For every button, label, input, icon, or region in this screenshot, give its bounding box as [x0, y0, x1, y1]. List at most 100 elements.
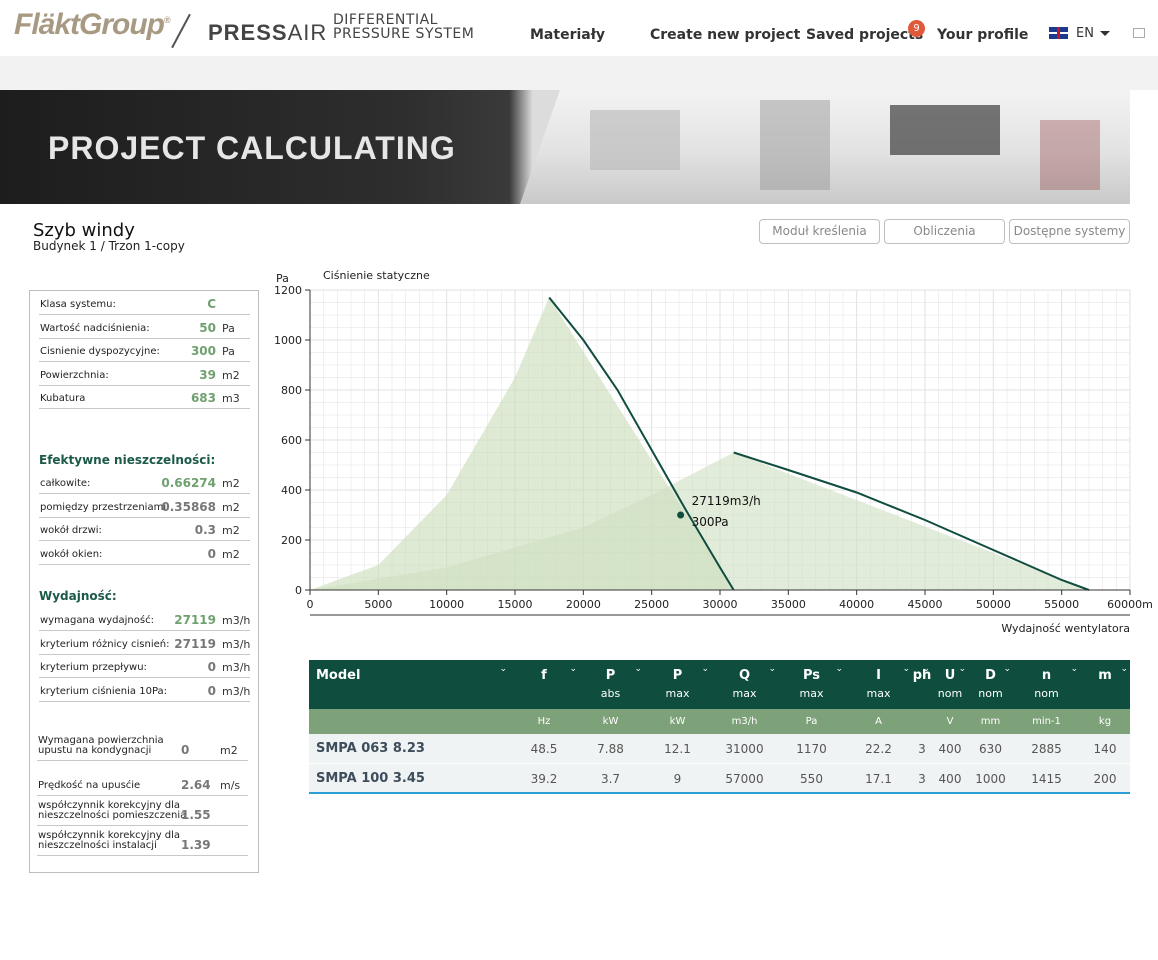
sort-chevron-icon[interactable]: ⌄	[902, 664, 910, 674]
panel-row: Cisnienie dyspozycyjne: 300 Pa	[39, 339, 250, 362]
x-tick-label: 5000	[364, 598, 392, 611]
panel-row-value: 300	[190, 344, 216, 358]
y-tick-label: 0	[295, 584, 302, 597]
panel-row-label: pomiędzy przestrzeniami:	[40, 501, 170, 513]
unit-cell	[912, 709, 932, 734]
table-cell: 1170	[796, 742, 827, 756]
chart-title: Ciśnienie statyczne	[323, 269, 430, 282]
column-header-sublabel: max	[665, 687, 690, 700]
language-selector[interactable]: EN	[1076, 26, 1094, 41]
table-cell: 400	[938, 772, 962, 786]
table-cell: 200	[1093, 772, 1117, 786]
window-restore-icon[interactable]	[1133, 28, 1145, 38]
sort-chevron-icon[interactable]: ⌄	[1070, 664, 1078, 674]
y-tick-label: 800	[281, 384, 302, 397]
unit-cell: mm	[980, 716, 1001, 727]
column-header-sublabel: max	[732, 687, 757, 700]
panel-row: pomiędzy przestrzeniami: 0.35868 m2	[39, 495, 250, 518]
panel-row-unit: m2	[222, 524, 240, 537]
panel-row: kryterium przepływu: 0 m3/h	[39, 655, 250, 678]
column-header[interactable]: Ps max ⌄	[778, 660, 845, 709]
sort-chevron-icon[interactable]: ⌄	[701, 664, 709, 674]
panel-row-value: 0	[181, 743, 190, 757]
top-header: FläktGroup® PRESSAIR DIFFERENTIAL PRESSU…	[0, 0, 1158, 56]
table-cell: 3.7	[600, 772, 621, 786]
sort-chevron-icon[interactable]: ⌄	[634, 664, 642, 674]
sort-chevron-icon[interactable]: ⌄	[958, 664, 966, 674]
table-cell: 550	[800, 772, 823, 786]
panel-row-value: 683	[190, 391, 216, 405]
panel-row-unit: Pa	[222, 321, 235, 335]
column-header[interactable]: Model ⌄	[309, 660, 509, 709]
sort-chevron-icon[interactable]: ⌄	[922, 664, 930, 674]
panel-row-value: 50	[199, 320, 216, 335]
nav-create-project[interactable]: Create new project	[650, 27, 800, 43]
table-row[interactable]: SMPA 063 8.23 48.5 7.88 12.1 31000 1170 22.2 3 4…	[309, 734, 1130, 764]
drawing-module-button[interactable]: Moduł kreślenia	[759, 219, 880, 244]
x-tick-label: 45000	[908, 598, 943, 611]
column-header[interactable]: f ⌄	[509, 660, 579, 709]
x-tick-label: 35000	[771, 598, 806, 611]
chevron-down-icon[interactable]	[1100, 31, 1110, 36]
logo-divider	[171, 13, 191, 49]
pressair-logo[interactable]: PRESSAIR	[208, 20, 327, 46]
uk-flag-icon[interactable]	[1049, 27, 1068, 39]
sort-chevron-icon[interactable]: ⌄	[768, 664, 776, 674]
panel-row-value: 1.39	[181, 838, 211, 852]
calculations-button[interactable]: Obliczenia	[884, 219, 1005, 244]
y-axis-label: Pa	[276, 272, 289, 285]
nav-materials[interactable]: Materiały	[530, 27, 605, 43]
panel-row-label: współczynnik korekcyjny dla nieszczelnośc…	[38, 831, 180, 851]
column-header[interactable]: m ⌄	[1080, 660, 1130, 709]
sort-chevron-icon[interactable]: ⌄	[1003, 664, 1011, 674]
breadcrumb: Budynek 1 / Trzon 1-copy	[33, 239, 185, 253]
column-header[interactable]: n nom ⌄	[1013, 660, 1080, 709]
panel-row-label-line: nieszczelności pomieszczenia	[38, 810, 187, 821]
column-header[interactable]: Dnom ⌄	[968, 660, 1013, 709]
nav-saved-projects[interactable]: Saved projects	[806, 27, 923, 43]
column-header[interactable]: Imax ⌄	[845, 660, 912, 709]
table-cell: 57000	[725, 772, 764, 786]
column-header[interactable]: Pmax ⌄	[644, 660, 711, 709]
sort-chevron-icon[interactable]: ⌄	[569, 664, 577, 674]
x-tick-label: 40000	[839, 598, 874, 611]
column-header[interactable]: Pabs ⌄	[577, 660, 644, 709]
available-systems-button[interactable]: Dostępne systemy	[1009, 219, 1130, 244]
sort-chevron-icon[interactable]: ⌄	[1120, 664, 1128, 674]
panel-row-label: wokół drzwi:	[40, 525, 102, 536]
panel-row-value: 0	[207, 660, 216, 674]
operating-point-marker	[677, 511, 685, 519]
x-axis-label: Wydajność wentylatora	[1001, 622, 1130, 635]
table-cell: 22.2	[865, 742, 892, 756]
panel-row-value: 0.35868	[161, 499, 216, 514]
column-header-sublabel: nom	[978, 687, 1003, 700]
column-header-sublabel: max	[799, 687, 824, 700]
sort-chevron-icon[interactable]: ⌄	[499, 664, 507, 674]
saved-projects-count-badge: 9	[908, 20, 925, 37]
table-units-row: Hz kW kW m3/h Pa A Vmm min-1 kg	[309, 709, 1130, 734]
column-header[interactable]: Unom ⌄	[932, 660, 968, 709]
panel-row-label: kryterium przepływu:	[40, 662, 147, 673]
table-cell: 31000	[725, 742, 764, 756]
panel-row-unit: m2	[222, 500, 240, 514]
panel-row-unit: m3/h	[222, 661, 251, 674]
flaktgroup-logo[interactable]: FläktGroup®	[14, 8, 171, 42]
unit-cell: min-1	[1032, 716, 1061, 727]
column-header[interactable]: Qmax ⌄	[711, 660, 778, 709]
table-cell: 39.2	[530, 772, 558, 786]
table-cell: 630	[979, 742, 1002, 756]
panel-row-unit: m/s	[220, 779, 241, 792]
column-header-sublabel: nom	[1034, 687, 1059, 700]
table-row[interactable]: SMPA 100 3.45 39.2 3.7 9 57000 550 17.1 3 400 100…	[309, 764, 1130, 794]
panel-row-unit: m3/h	[222, 614, 251, 627]
panel-row-label: całkowite:	[40, 478, 91, 489]
column-header-sublabel: nom	[937, 687, 963, 700]
sort-chevron-icon[interactable]: ⌄	[835, 664, 843, 674]
panel-row: wokół drzwi: 0.3 m2	[39, 518, 250, 541]
panel-row-label: Wymagana powierzchnia upustu na kondygnac…	[38, 736, 164, 756]
column-header[interactable]: ph ⌄	[912, 660, 932, 709]
table-cell: 140	[1093, 742, 1117, 756]
nav-your-profile[interactable]: Your profile	[937, 27, 1028, 43]
table-body: SMPA 063 8.23 48.5 7.88 12.1 31000 1170 22.2 3 4…	[309, 734, 1130, 794]
panel-row-value: C	[207, 297, 216, 311]
